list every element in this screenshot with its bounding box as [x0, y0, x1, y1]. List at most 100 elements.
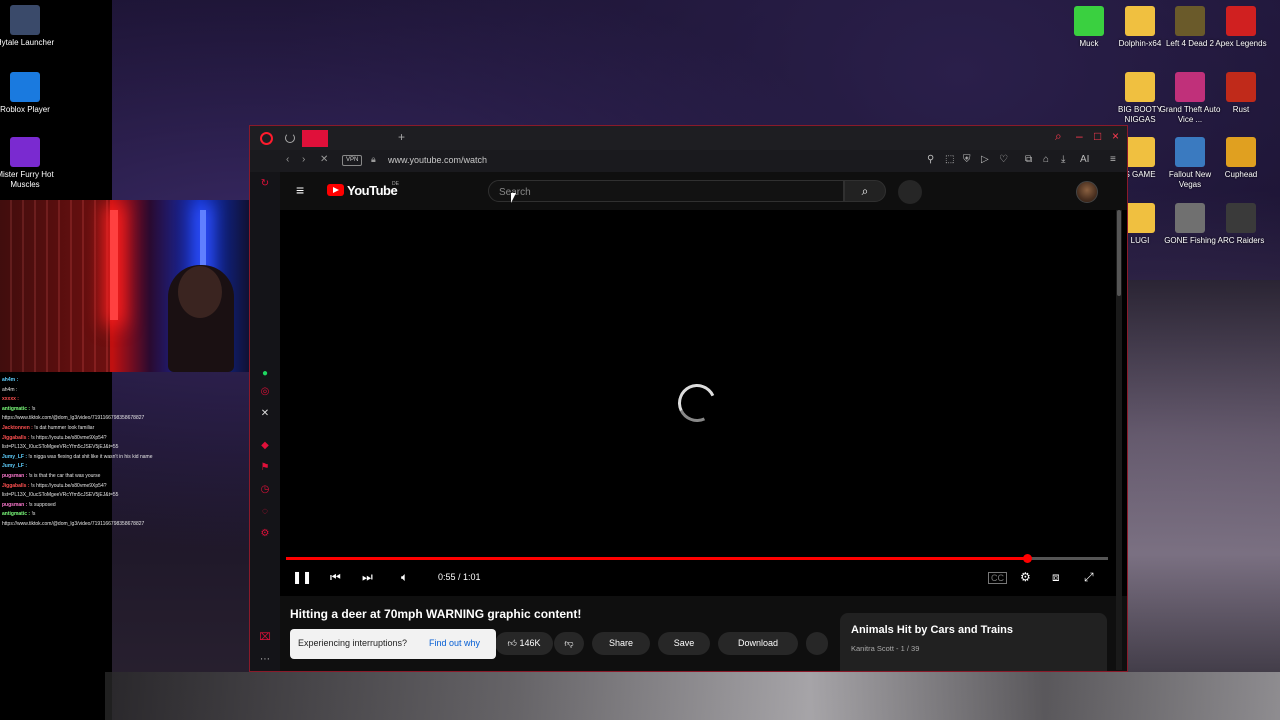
close-icon[interactable]: ×: [1112, 129, 1119, 143]
video-info: Hitting a deer at 70mph WARNING graphic …: [280, 596, 1127, 671]
pin-icon[interactable]: ⚲: [927, 154, 934, 165]
background-blur-right: [1128, 280, 1280, 672]
chat-line: Jacktonnen : !s dat hummer look familiar: [2, 424, 95, 431]
desktop-icon-mister-furry[interactable]: Mister Furry Hot Muscles: [0, 137, 56, 190]
shield-icon[interactable]: ⛨: [963, 154, 971, 165]
dislike-button[interactable]: 👎︎: [554, 632, 584, 655]
search-input[interactable]: [497, 184, 831, 200]
browser-sidebar: ↻ ● ◎ ✕ ◆ ⚑ ◷ ◌ ⚙ ⌧ ⋯: [250, 172, 280, 671]
chat-line: Jumy_LF :: [2, 463, 28, 470]
download-icon[interactable]: ⤓: [1061, 154, 1065, 165]
url-field[interactable]: www.youtube.com/watch: [388, 155, 487, 165]
find-out-why-link[interactable]: Find out why: [429, 638, 480, 648]
sidebar-pin-icon[interactable]: ⚑: [258, 462, 272, 476]
sidebar-history-icon[interactable]: ◷: [258, 484, 272, 498]
fullscreen-icon[interactable]: ⤢: [1084, 570, 1094, 585]
mister-furry-icon: [10, 137, 40, 167]
like-button[interactable]: 👍︎ 146K: [495, 632, 553, 655]
settings-gear-icon[interactable]: ⚙: [1020, 570, 1031, 584]
desktop-icon-hytale[interactable]: Hytale Launcher: [0, 5, 56, 48]
tab-youtube[interactable]: [302, 130, 328, 147]
search-box[interactable]: [488, 180, 844, 202]
volume-icon[interactable]: 🔈︎: [401, 570, 408, 585]
snapshot-icon[interactable]: ⬚: [945, 154, 954, 165]
hamburger-menu-icon[interactable]: ≡: [296, 182, 304, 198]
roblox-icon: [10, 72, 40, 102]
share-button[interactable]: Share: [592, 632, 650, 655]
desktop-icon-roblox[interactable]: Roblox Player: [0, 72, 56, 115]
page-scrollbar[interactable]: [1116, 210, 1122, 670]
sidebar-instagram-icon[interactable]: ◎: [258, 386, 272, 400]
sidebar-settings-icon[interactable]: ⚙: [258, 528, 272, 542]
voice-search-button[interactable]: [898, 180, 922, 204]
mouse-cursor: [511, 193, 519, 203]
playlist-title: Animals Hit by Cars and Trains: [851, 624, 1013, 636]
chat-line: Jiggaballs : !s https://youtu.be/s80vme9…: [2, 434, 107, 441]
opera-logo-icon[interactable]: [260, 132, 273, 145]
stop-loading-icon[interactable]: ✕: [320, 154, 328, 165]
sidebar-spotify-icon[interactable]: ●: [258, 368, 272, 382]
progress-fill: [286, 557, 1028, 560]
wallet-icon[interactable]: ⌂: [1043, 154, 1049, 165]
ai-icon[interactable]: AI: [1080, 154, 1089, 165]
webcam-red-light: [110, 210, 118, 320]
background-blur-bottom: [105, 672, 1280, 720]
player-icon[interactable]: ▷: [981, 154, 989, 165]
interruption-notice: Experiencing interruptions? Find out why: [290, 629, 496, 659]
desktop-icon-cuphead[interactable]: Cuphead: [1210, 137, 1272, 180]
sidebar-reload-icon[interactable]: ↻: [258, 178, 272, 192]
playlist-panel[interactable]: Animals Hit by Cars and Trains Kanitra S…: [840, 613, 1107, 671]
extensions-icon[interactable]: ⧉: [1025, 154, 1032, 165]
search-icon: ⌕: [861, 184, 869, 198]
scrollbar-thumb[interactable]: [1117, 210, 1121, 296]
progress-scrubber[interactable]: [1023, 554, 1033, 563]
rust-icon: [1226, 72, 1256, 102]
sidebar-more-icon[interactable]: ⋯: [258, 654, 272, 668]
time-display: 0:55 / 1:01: [438, 572, 481, 582]
sidebar-messenger-icon[interactable]: ◆: [258, 440, 272, 454]
desktop-icon-arc-raiders[interactable]: ARC Raiders: [1210, 203, 1272, 246]
maximize-icon[interactable]: □: [1094, 129, 1101, 143]
next-icon[interactable]: ⏭︎: [362, 570, 373, 585]
search-button[interactable]: ⌕: [844, 180, 886, 202]
avatar[interactable]: [1076, 181, 1098, 203]
address-bar: ‹ › ✕ VPN 🔒︎ www.youtube.com/watch ⚲ ⬚ ⛨…: [250, 150, 1127, 172]
tab-bar: + ⌕ – □ ×: [250, 126, 1127, 150]
sidebar-chat-icon[interactable]: ◌: [258, 506, 272, 520]
webcam-person-head: [178, 266, 222, 318]
interruption-text: Experiencing interruptions?: [298, 638, 408, 648]
previous-icon[interactable]: ⏮︎: [330, 570, 341, 585]
sidebar-x-icon[interactable]: ✕: [258, 408, 272, 422]
chat-line: Jiggaballs : !s https://youtu.be/s80vme9…: [2, 482, 107, 489]
thumbs-up-icon: 👍︎: [507, 638, 517, 648]
country-code: DE: [392, 181, 399, 187]
loading-spinner-icon: [672, 378, 722, 428]
pause-icon[interactable]: ❚❚: [292, 570, 312, 584]
sidebar-extensions-icon[interactable]: ⌧: [258, 632, 272, 646]
chat-line: pugsman : !s is that the car that was yo…: [2, 472, 101, 479]
chat-line: pugsman : !s supposed: [2, 501, 56, 508]
download-button[interactable]: Download: [718, 632, 798, 655]
subtitles-icon[interactable]: CC: [988, 572, 1007, 584]
desktop-icon-apex[interactable]: Apex Legends: [1210, 6, 1272, 49]
miniplayer-icon[interactable]: ⧈: [1052, 570, 1060, 585]
video-player[interactable]: ❚❚ ⏮︎ ⏭︎ 🔈︎ 0:55 / 1:01 CC ⚙ ⧈ ⤢: [280, 210, 1127, 596]
heart-icon[interactable]: ♡: [999, 154, 1008, 165]
menu-icon[interactable]: ≡: [1110, 154, 1116, 165]
desktop-icon-rust[interactable]: Rust: [1210, 72, 1272, 115]
vpn-badge[interactable]: VPN: [342, 155, 363, 166]
tab-loading-icon: [285, 133, 295, 143]
video-title: Hitting a deer at 70mph WARNING graphic …: [290, 607, 582, 621]
chat-overlay: ah4m : ah4m : xxxxx : antigmatic : !s ht…: [0, 376, 250, 536]
more-actions-button[interactable]: [806, 632, 828, 655]
save-button[interactable]: Save: [658, 632, 710, 655]
back-icon[interactable]: ‹: [286, 154, 289, 165]
search-tabs-icon[interactable]: ⌕: [1055, 129, 1062, 144]
minimize-icon[interactable]: –: [1076, 129, 1083, 143]
progress-bar[interactable]: [286, 554, 1108, 563]
forward-icon[interactable]: ›: [302, 154, 305, 165]
new-tab-plus-icon[interactable]: +: [398, 130, 405, 144]
folder-icon: [1125, 137, 1155, 167]
playlist-subtitle: Kanitra Scott - 1 / 39: [851, 644, 920, 653]
youtube-logo-text[interactable]: YouTube: [347, 183, 398, 198]
